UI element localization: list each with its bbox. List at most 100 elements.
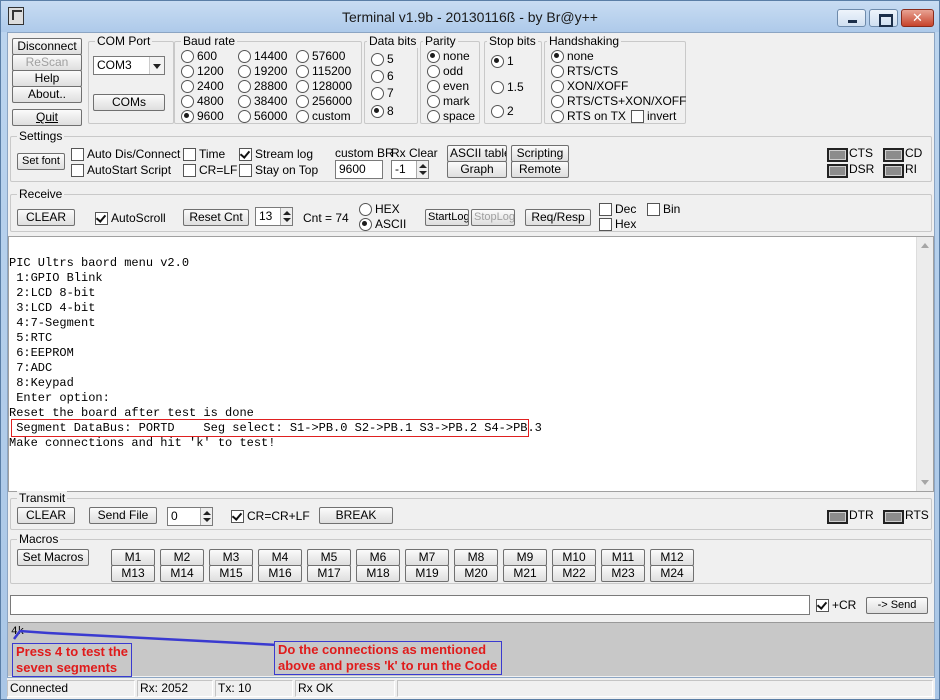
macro-button[interactable]: M15 (209, 565, 253, 582)
handshaking-option[interactable]: RTS/CTS+XON/XOFF (551, 94, 686, 108)
macro-button[interactable]: M23 (601, 565, 645, 582)
scripting-button[interactable]: Scripting (511, 145, 569, 162)
break-button[interactable]: BREAK (319, 507, 393, 524)
handshaking-option-selected[interactable]: none (551, 49, 594, 63)
macro-button[interactable]: M20 (454, 565, 498, 582)
data-bits-option[interactable]: 5 (371, 52, 394, 66)
macro-button[interactable]: M3 (209, 549, 253, 566)
cr-crlf-checkbox[interactable]: CR=CR+LF (231, 509, 310, 523)
baud-option[interactable]: 38400 (238, 94, 287, 108)
macro-button[interactable]: M9 (503, 549, 547, 566)
about-button[interactable]: About.. (12, 86, 82, 103)
baud-option[interactable]: 28800 (238, 79, 287, 93)
receive-clear-button[interactable]: CLEAR (17, 209, 75, 226)
startlog-button[interactable]: StartLog (425, 209, 469, 226)
hex-checkbox[interactable]: Hex (599, 217, 636, 231)
close-button[interactable]: ✕ (901, 9, 934, 27)
stop-bits-option[interactable]: 2 (491, 104, 514, 118)
baud-option[interactable]: 57600 (296, 49, 345, 63)
quit-button[interactable]: Quit (12, 109, 82, 126)
parity-option[interactable]: space (427, 109, 475, 123)
baud-option[interactable]: custom (296, 109, 351, 123)
baud-option[interactable]: 1200 (181, 64, 224, 78)
autostart-script-checkbox[interactable]: AutoStart Script (71, 163, 171, 177)
receive-terminal[interactable]: PIC Ultrs baord menu v2.0 1:GPIO Blink 2… (8, 236, 934, 492)
custom-br-input[interactable]: 9600 (335, 160, 383, 179)
macro-button[interactable]: M21 (503, 565, 547, 582)
stay-on-top-checkbox[interactable]: Stay on Top (239, 163, 318, 177)
handshaking-option[interactable]: XON/XOFF (551, 79, 628, 93)
baud-option[interactable]: 2400 (181, 79, 224, 93)
graph-button[interactable]: Graph (447, 161, 507, 178)
macro-button[interactable]: M19 (405, 565, 449, 582)
cnt-stepper[interactable]: 13 (255, 207, 293, 226)
remote-button[interactable]: Remote (511, 161, 569, 178)
dec-checkbox[interactable]: Dec (599, 202, 636, 216)
auto-dis-connect-checkbox[interactable]: Auto Dis/Connect (71, 147, 180, 161)
handshaking-option[interactable]: RTS on TX (551, 109, 626, 123)
invert-checkbox[interactable]: invert (631, 109, 676, 123)
baud-option[interactable]: 56000 (238, 109, 287, 123)
parity-option-selected[interactable]: none (427, 49, 470, 63)
macro-button[interactable]: M4 (258, 549, 302, 566)
scroll-down-icon[interactable] (921, 480, 929, 485)
baud-option[interactable]: 4800 (181, 94, 224, 108)
rx-clear-stepper[interactable]: -1 (391, 160, 429, 179)
rescan-button[interactable]: ReScan (12, 54, 82, 71)
baud-option[interactable]: 128000 (296, 79, 352, 93)
hex-radio[interactable]: HEX (359, 202, 400, 216)
chevron-down-icon[interactable] (149, 57, 164, 74)
set-font-button[interactable]: Set font (17, 153, 65, 170)
send-input[interactable] (10, 595, 810, 615)
spinner-arrows-icon[interactable] (416, 161, 428, 178)
baud-option[interactable]: 19200 (238, 64, 287, 78)
autoscroll-checkbox[interactable]: AutoScroll (95, 211, 166, 225)
stop-bits-option-selected[interactable]: 1 (491, 54, 514, 68)
macro-button[interactable]: M7 (405, 549, 449, 566)
data-bits-option[interactable]: 7 (371, 86, 394, 100)
scroll-up-icon[interactable] (921, 243, 929, 248)
baud-option-selected[interactable]: 9600 (181, 109, 224, 123)
macro-button[interactable]: M10 (552, 549, 596, 566)
parity-option[interactable]: even (427, 79, 469, 93)
macro-button[interactable]: M5 (307, 549, 351, 566)
ascii-radio-selected[interactable]: ASCII (359, 217, 406, 231)
data-bits-option[interactable]: 6 (371, 69, 394, 83)
macro-button[interactable]: M8 (454, 549, 498, 566)
data-bits-option-selected[interactable]: 8 (371, 104, 394, 118)
terminal-scrollbar[interactable] (916, 237, 933, 491)
coms-button[interactable]: COMs (93, 94, 165, 111)
send-file-button[interactable]: Send File (89, 507, 157, 524)
baud-option[interactable]: 600 (181, 49, 217, 63)
stop-bits-option[interactable]: 1.5 (491, 80, 524, 94)
macro-button[interactable]: M17 (307, 565, 351, 582)
baud-option[interactable]: 256000 (296, 94, 352, 108)
spinner-arrows-icon[interactable] (200, 508, 212, 525)
maximize-button[interactable] (869, 9, 898, 27)
handshaking-option[interactable]: RTS/CTS (551, 64, 618, 78)
com-port-select[interactable]: COM3 (93, 56, 165, 75)
stoplog-button[interactable]: StopLog (471, 209, 515, 226)
parity-option[interactable]: odd (427, 64, 463, 78)
macro-button[interactable]: M14 (160, 565, 204, 582)
req-resp-button[interactable]: Req/Resp (525, 209, 591, 226)
macro-button[interactable]: M16 (258, 565, 302, 582)
ascii-table-button[interactable]: ASCII table (447, 145, 507, 162)
macro-button[interactable]: M11 (601, 549, 645, 566)
macro-button[interactable]: M1 (111, 549, 155, 566)
spinner-arrows-icon[interactable] (280, 208, 292, 225)
macro-button[interactable]: M12 (650, 549, 694, 566)
set-macros-button[interactable]: Set Macros (17, 549, 89, 566)
send-button[interactable]: -> Send (866, 597, 928, 614)
macro-button[interactable]: M22 (552, 565, 596, 582)
baud-option[interactable]: 14400 (238, 49, 287, 63)
reset-cnt-button[interactable]: Reset Cnt (183, 209, 249, 226)
transmit-clear-button[interactable]: CLEAR (17, 507, 75, 524)
disconnect-button[interactable]: Disconnect (12, 38, 82, 55)
cr-lf-checkbox[interactable]: CR=LF (183, 163, 237, 177)
transmit-stepper[interactable]: 0 (167, 507, 213, 526)
title-bar[interactable]: Terminal v1.9b - 20130116ß - by Br@y++ ✕ (1, 1, 939, 32)
help-button[interactable]: Help (12, 70, 82, 87)
parity-option[interactable]: mark (427, 94, 470, 108)
macro-button[interactable]: M2 (160, 549, 204, 566)
